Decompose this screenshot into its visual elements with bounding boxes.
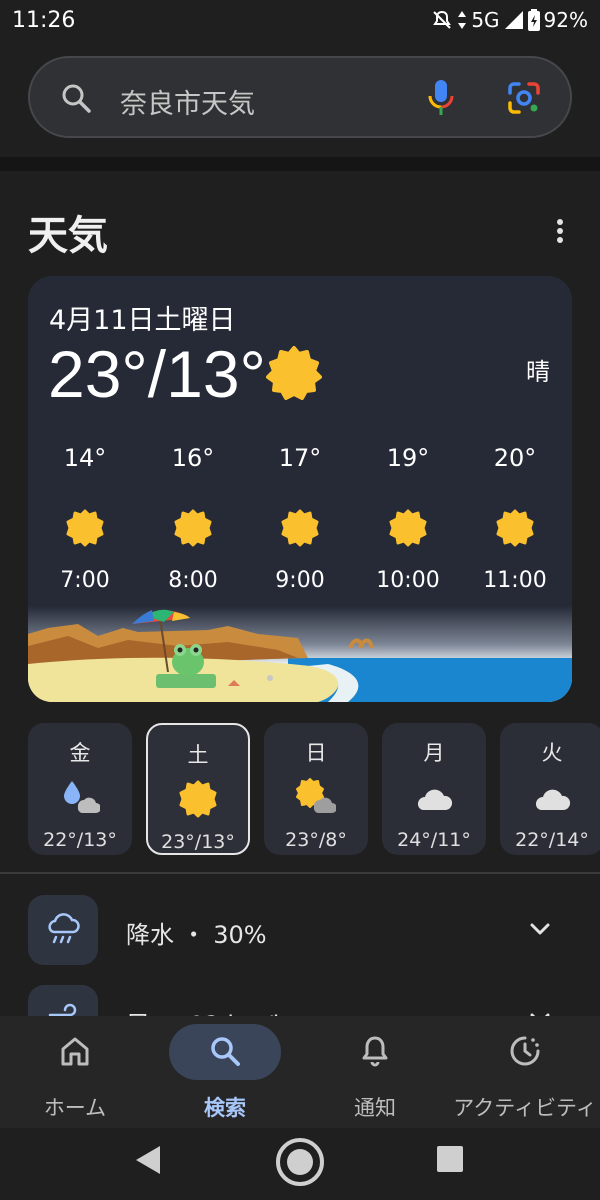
sun-icon xyxy=(280,508,320,548)
search-icon xyxy=(60,82,92,118)
nav-activity-label: アクティビティ xyxy=(453,1096,597,1120)
daily-card[interactable]: 月 24°/11° xyxy=(382,723,486,855)
divider xyxy=(0,872,600,874)
nav-activity[interactable]: アクティビティ xyxy=(450,1016,600,1128)
cloud-icon xyxy=(532,777,572,817)
daily-day: 日 xyxy=(305,741,327,765)
network-type: 5G xyxy=(471,8,500,32)
status-bar: 11:26 5G 92% xyxy=(0,0,600,44)
rain-cloud-icon xyxy=(28,895,98,965)
hourly-time: 9:00 xyxy=(275,568,325,593)
sun-icon xyxy=(65,508,105,548)
section-separator xyxy=(0,157,600,171)
signal-icon xyxy=(504,10,524,30)
hourly-forecast: 14° 7:00 16° 8:00 17° 9:00 19° 10:00 20°… xyxy=(28,444,572,604)
hourly-time: 11:00 xyxy=(483,568,547,593)
bottom-navigation: ホーム 検索 通知 アクティビティ xyxy=(0,1016,600,1128)
daily-day: 土 xyxy=(187,743,209,767)
daily-temp: 23°/13° xyxy=(161,831,235,853)
home-button-icon[interactable] xyxy=(274,1136,326,1192)
nav-home[interactable]: ホーム xyxy=(0,1016,150,1128)
lens-icon[interactable] xyxy=(506,80,542,120)
nav-search[interactable]: 検索 xyxy=(150,1016,300,1128)
nav-notifications-label: 通知 xyxy=(354,1096,396,1120)
daily-card[interactable]: 火 22°/14° xyxy=(500,723,600,855)
cloud-icon xyxy=(414,777,454,817)
data-arrows-icon xyxy=(457,10,467,30)
hourly-item: 14° 7:00 xyxy=(35,444,135,593)
rain-cloud-icon xyxy=(60,777,101,817)
daily-temp: 22°/13° xyxy=(43,829,117,851)
hourly-temp: 20° xyxy=(493,444,537,472)
hourly-temp: 19° xyxy=(386,444,430,472)
recents-icon[interactable] xyxy=(436,1145,464,1177)
back-icon[interactable] xyxy=(134,1144,164,1180)
nav-search-label: 検索 xyxy=(204,1096,246,1120)
nav-notifications[interactable]: 通知 xyxy=(300,1016,450,1128)
more-options-icon[interactable] xyxy=(552,218,568,248)
sun-cloud-icon xyxy=(296,777,337,817)
daily-card-selected[interactable]: 土 23°/13° xyxy=(146,723,250,855)
daily-day: 金 xyxy=(69,741,91,765)
battery-percent: 92% xyxy=(543,8,588,32)
hourly-item: 19° 10:00 xyxy=(358,444,458,593)
daily-temp: 24°/11° xyxy=(397,829,471,851)
mute-icon xyxy=(431,9,453,31)
status-indicators: 5G 92% xyxy=(431,8,588,32)
weather-condition: 晴 xyxy=(526,358,550,386)
search-bar[interactable]: 奈良市天気 xyxy=(28,56,572,138)
hourly-temp: 16° xyxy=(171,444,215,472)
hourly-time: 7:00 xyxy=(60,568,110,593)
daily-day: 火 xyxy=(541,741,563,765)
weather-section-title: 天気 xyxy=(28,213,108,259)
nav-home-label: ホーム xyxy=(43,1096,107,1120)
activity-clock-icon xyxy=(508,1034,542,1072)
hourly-temp: 14° xyxy=(63,444,107,472)
hourly-temp: 17° xyxy=(278,444,322,472)
sun-icon xyxy=(266,346,322,406)
sun-icon xyxy=(388,508,428,548)
precipitation-row[interactable]: 降水 ・ 30% xyxy=(0,895,600,965)
daily-temp: 22°/14° xyxy=(515,829,589,851)
mic-icon[interactable] xyxy=(426,78,456,122)
daily-temp: 23°/8° xyxy=(285,829,347,851)
hourly-item: 20° 11:00 xyxy=(465,444,565,593)
beach-illustration xyxy=(28,606,572,702)
sun-icon xyxy=(173,508,213,548)
search-icon xyxy=(208,1034,242,1072)
chevron-down-icon[interactable] xyxy=(526,915,554,947)
hourly-time: 10:00 xyxy=(376,568,440,593)
temperature-range: 23°/13° xyxy=(48,337,266,411)
home-icon xyxy=(58,1034,92,1072)
daily-card[interactable]: 金 22°/13° xyxy=(28,723,132,855)
weather-card[interactable]: 4月11日土曜日 23°/13° 晴 14° 7:00 16° 8:00 17°… xyxy=(28,276,572,702)
hourly-item: 17° 9:00 xyxy=(250,444,350,593)
precipitation-label: 降水 ・ 30% xyxy=(126,921,267,949)
weather-date: 4月11日土曜日 xyxy=(49,305,236,336)
daily-day: 月 xyxy=(423,741,445,765)
battery-icon xyxy=(527,9,540,31)
sun-icon xyxy=(495,508,535,548)
hourly-time: 8:00 xyxy=(168,568,218,593)
bell-icon xyxy=(358,1034,392,1072)
system-navigation xyxy=(0,1128,600,1200)
status-time: 11:26 xyxy=(12,8,76,33)
sun-icon xyxy=(178,779,218,819)
hourly-item: 16° 8:00 xyxy=(143,444,243,593)
daily-card[interactable]: 日 23°/8° xyxy=(264,723,368,855)
search-query[interactable]: 奈良市天気 xyxy=(120,82,255,121)
